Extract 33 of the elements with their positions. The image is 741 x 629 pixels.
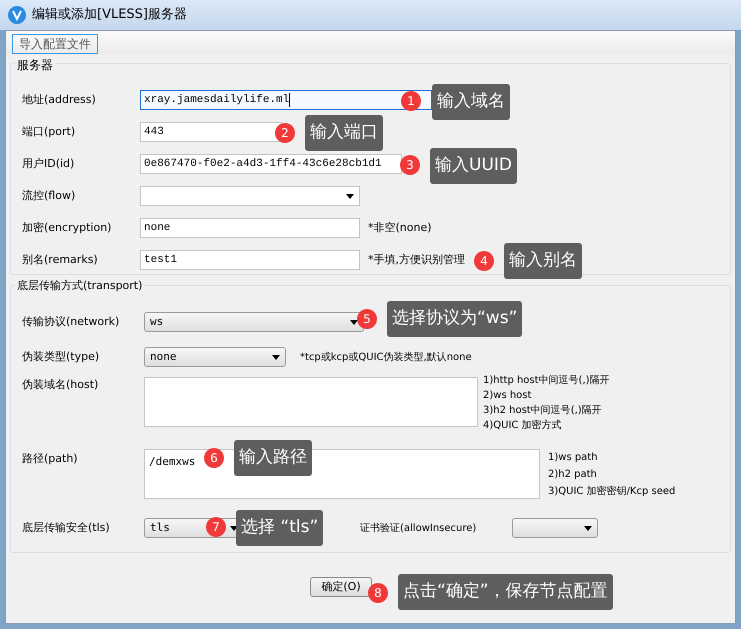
- group-title: 服务器: [15, 56, 55, 74]
- host-note: 3)h2 host中间逗号(,)隔开: [483, 404, 603, 418]
- step-callout-tooltip: 输入端口: [305, 115, 383, 151]
- step-callout-tooltip: 选择 “tls”: [236, 510, 324, 546]
- host-note: 4)QUIC 加密方式: [483, 418, 563, 433]
- field-hint: *tcp或kcp或QUIC伪装类型,默认none: [300, 350, 472, 364]
- field-hint: 证书验证(allowInsecure): [360, 522, 476, 536]
- field-hint: *手填,方便识别管理: [368, 252, 465, 268]
- step-callout-tooltip: 输入路径: [234, 440, 312, 476]
- field-label: 伪装域名(host): [22, 377, 100, 393]
- host-note: 2)ws host: [483, 389, 532, 403]
- path-note: 3)QUIC 加密密钥/Kcp seed: [548, 484, 676, 499]
- path-note: 1)ws path: [548, 451, 599, 465]
- field-label: 用户ID(id): [22, 156, 76, 172]
- field-label: 地址(address): [22, 92, 97, 108]
- path-note: 2)h2 path: [548, 468, 598, 482]
- field-hint: *非空(none): [368, 220, 432, 236]
- field-label: 底层传输安全(tls): [22, 520, 111, 536]
- window-title: 编辑或添加[VLESS]服务器: [32, 6, 187, 24]
- field-label: 伪装类型(type): [22, 348, 100, 365]
- step-callout-tooltip: 点击“确定”，保存节点配置: [398, 574, 613, 610]
- field-label: 传输协议(network): [22, 314, 120, 330]
- field-label: 流控(flow): [22, 188, 76, 204]
- field-label: 加密(encryption): [22, 220, 112, 236]
- host-note: 1)http host中间逗号(,)隔开: [483, 374, 610, 388]
- group-title: 底层传输方式(transport): [15, 278, 144, 294]
- step-callout-tooltip: 选择协议为“ws”: [387, 301, 522, 337]
- step-callout-tooltip: 输入域名: [432, 84, 510, 120]
- field-label: 端口(port): [22, 124, 76, 140]
- step-callout-tooltip: 输入别名: [504, 243, 582, 279]
- step-callout-tooltip: 输入UUID: [430, 148, 517, 184]
- field-label: 别名(remarks): [22, 252, 99, 268]
- field-label: 路径(path): [22, 451, 79, 467]
